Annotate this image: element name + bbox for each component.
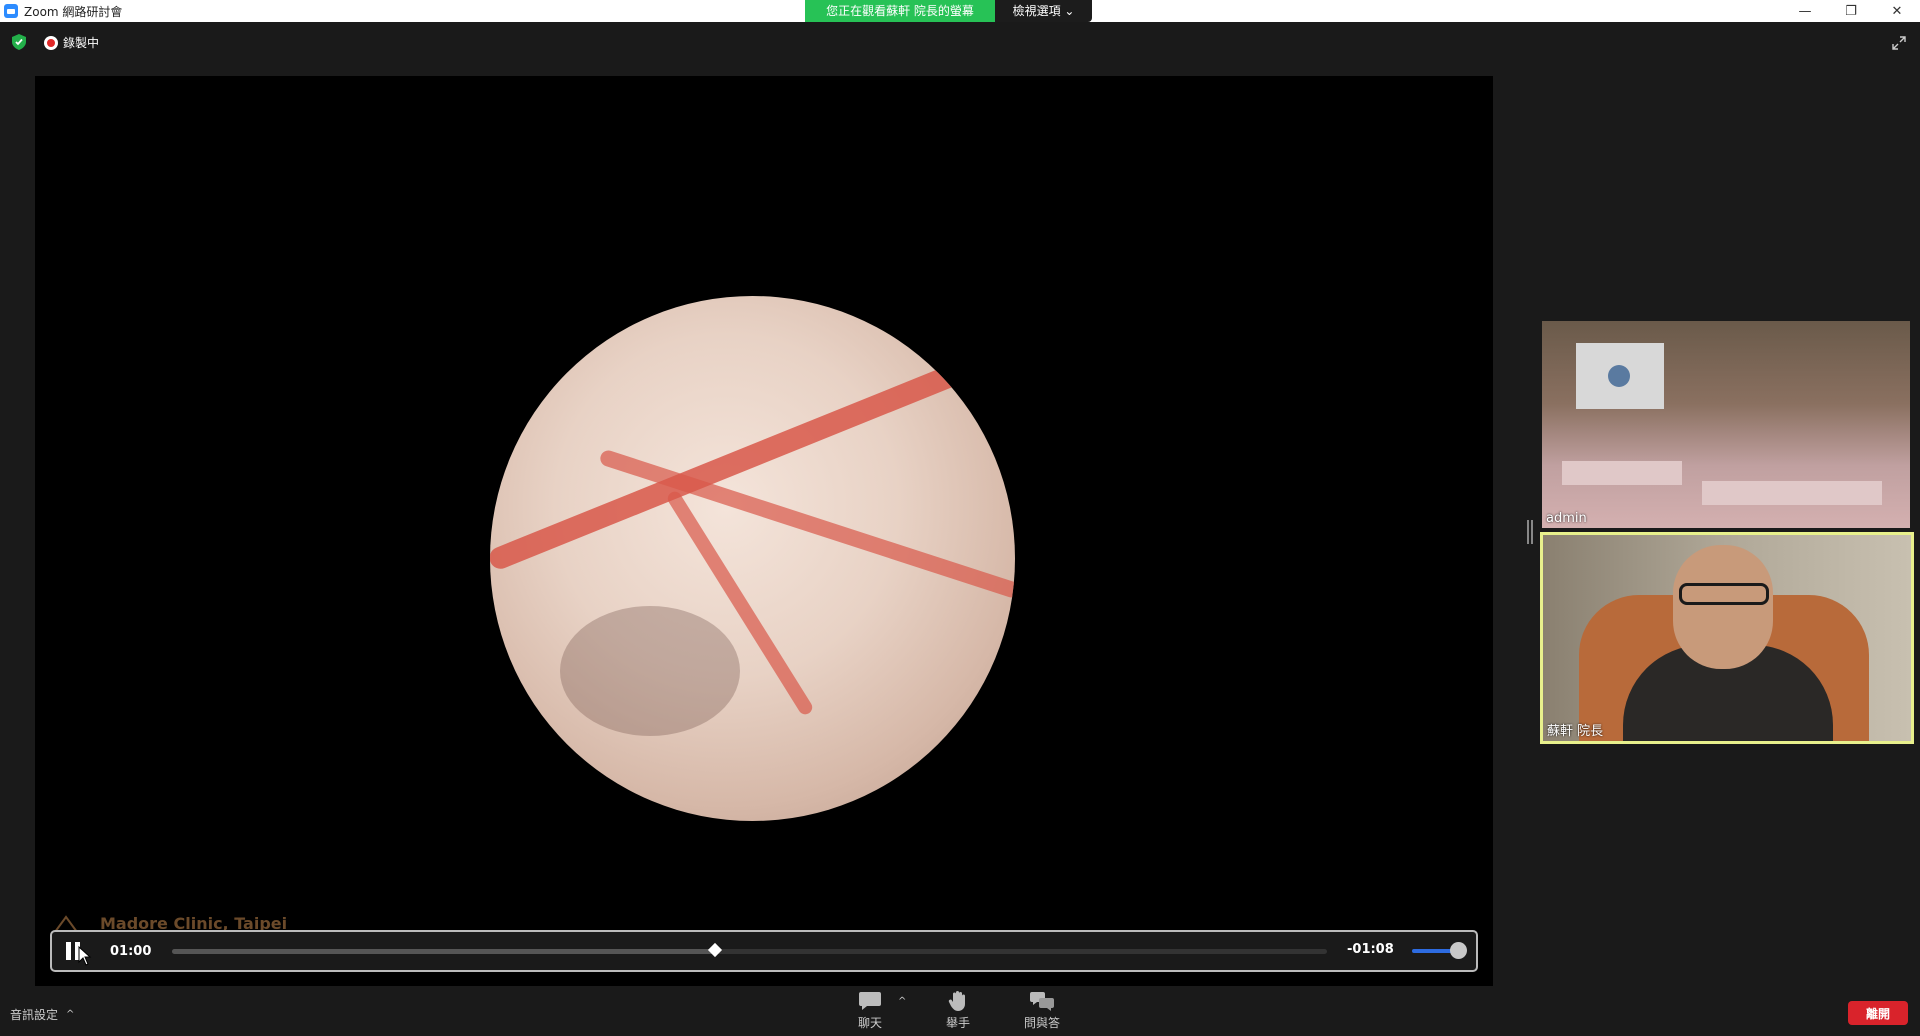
video-player-controls: 01:00 -01:08 (50, 930, 1478, 972)
chevron-up-icon[interactable]: ^ (898, 996, 906, 1007)
pause-icon (66, 942, 71, 960)
participant-video-admin[interactable]: admin (1542, 321, 1910, 528)
endoscope-video: Madore Clinic, Taipei (35, 76, 1493, 986)
qa-button[interactable]: 問與答 (1024, 990, 1060, 1031)
remaining-time: -01:08 (1347, 942, 1394, 957)
glasses (1679, 583, 1769, 605)
raise-hand-icon (948, 991, 965, 1011)
chat-icon (859, 992, 881, 1010)
conference-table (1702, 481, 1882, 505)
tissue-fold (560, 606, 740, 736)
panel-resize-handle[interactable] (1527, 520, 1533, 544)
recording-label: 錄製中 (63, 36, 100, 50)
audio-settings-button[interactable]: 音訊設定 ^ (10, 1006, 74, 1023)
chat-button[interactable]: 聊天 (858, 990, 882, 1031)
seek-progress (172, 949, 715, 954)
volume-handle[interactable] (1450, 942, 1467, 959)
share-status-label: 您正在觀看蘇軒 院長的螢幕 (805, 0, 995, 22)
fullscreen-icon[interactable] (1892, 36, 1906, 50)
elapsed-time: 01:00 (110, 943, 152, 959)
qa-icon (1030, 992, 1054, 1011)
mouse-cursor-icon (78, 946, 92, 966)
view-options-button[interactable]: 檢視選項 ⌄ (995, 0, 1092, 22)
raise-hand-label: 舉手 (946, 1016, 971, 1030)
window-title: Zoom 網路研討會 (24, 4, 123, 19)
raise-hand-button[interactable]: 舉手 (946, 990, 970, 1031)
leave-button[interactable]: 離開 (1848, 1001, 1908, 1025)
seek-handle[interactable] (707, 942, 722, 958)
restore-button[interactable]: ❐ (1828, 0, 1874, 22)
seek-bar[interactable] (172, 942, 1327, 958)
close-button[interactable]: ✕ (1874, 0, 1920, 22)
recording-indicator[interactable]: 錄製中 (44, 34, 99, 51)
chat-label: 聊天 (858, 1016, 883, 1030)
participant-video-speaker[interactable]: 蘇軒 院長 (1540, 532, 1914, 744)
room-projector-screen (1576, 343, 1664, 409)
record-icon (44, 35, 58, 50)
qa-label: 問與答 (1024, 1016, 1061, 1030)
endoscope-view (490, 296, 1015, 821)
audio-settings-label: 音訊設定 (10, 1008, 59, 1022)
conference-table (1562, 461, 1682, 485)
participant-name: admin (1546, 511, 1587, 526)
blood-vessel (598, 448, 1015, 600)
shared-screen[interactable]: Madore Clinic, Taipei 01:00 -01:08 (35, 76, 1493, 986)
chevron-up-icon[interactable]: ^ (66, 1009, 74, 1020)
share-banner: 您正在觀看蘇軒 院長的螢幕 檢視選項 ⌄ (805, 0, 1092, 22)
minimize-button[interactable]: — (1782, 0, 1828, 22)
person-head (1673, 545, 1773, 669)
zoom-logo-icon (4, 4, 18, 18)
shield-icon[interactable] (12, 34, 26, 50)
blood-vessel (490, 341, 1014, 573)
window-controls: — ❐ ✕ (1782, 0, 1920, 22)
participant-name: 蘇軒 院長 (1547, 724, 1604, 739)
